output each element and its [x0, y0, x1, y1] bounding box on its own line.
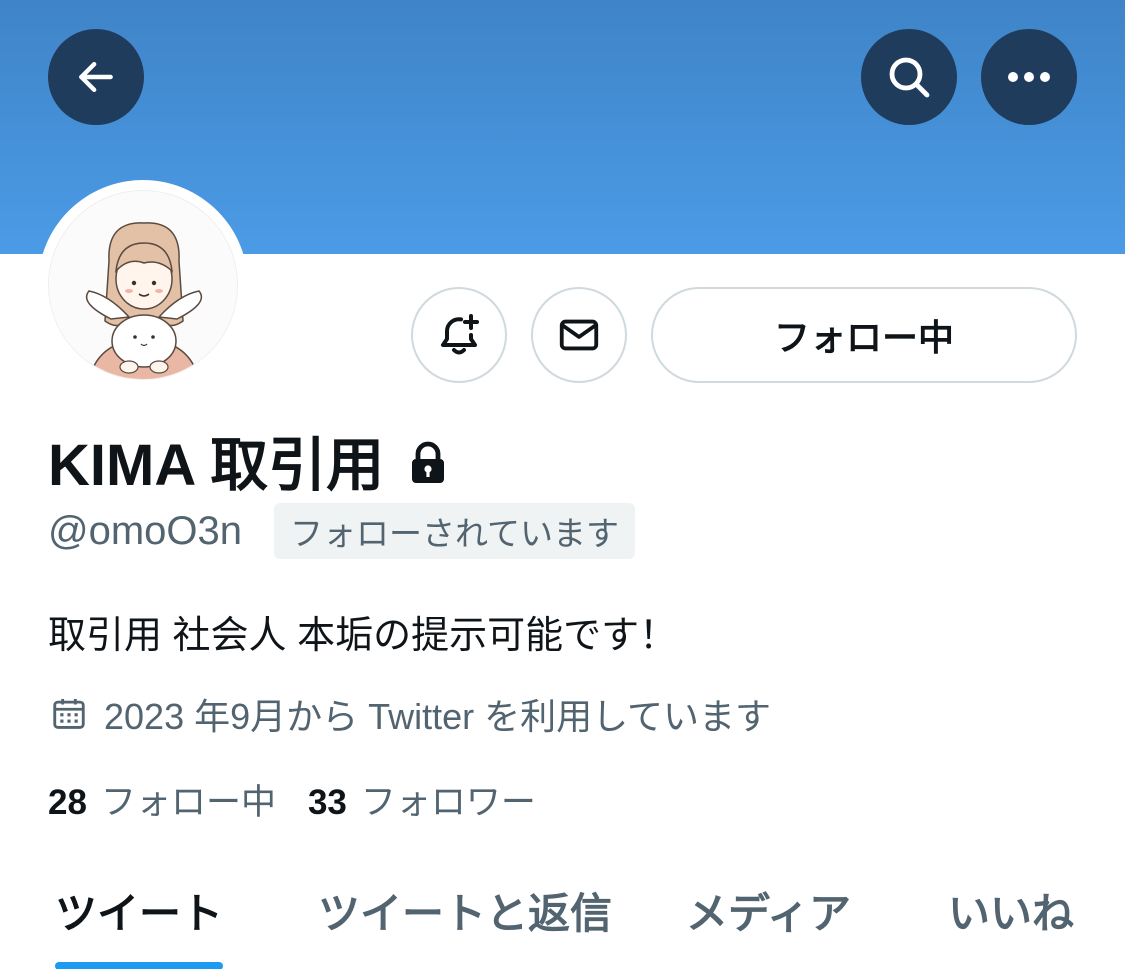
name-row: KIMA 取引用 [48, 418, 448, 502]
follows-you-badge: フォローされています [274, 503, 636, 559]
more-horizontal-icon [1008, 72, 1050, 82]
followers-link[interactable]: 33 フォロワー [308, 774, 536, 825]
search-button[interactable] [861, 29, 957, 125]
following-count: 28 [48, 783, 87, 822]
tab-tweets[interactable]: ツイート [55, 880, 223, 941]
followers-count: 33 [307, 783, 347, 822]
display-name: KIMA 取引用 [48, 433, 385, 498]
bell-plus-icon [441, 314, 479, 355]
handle-row: @omoO3n フォローされています [48, 503, 636, 559]
arrow-left-icon [79, 61, 113, 93]
user-handle: @omoO3n [48, 508, 243, 553]
profile-bio: 取引用 社会人 本垢の提示可能です！ [48, 615, 678, 657]
active-tab-indicator [55, 962, 223, 969]
following-button[interactable]: フォロー中 [651, 287, 1077, 383]
tab-media[interactable]: メディア [686, 880, 851, 941]
joined-date-row: 2023 年9月から Twitter を利用しています [50, 688, 771, 740]
tab-tweets-and-replies[interactable]: ツイートと返信 [318, 880, 612, 941]
notify-button[interactable] [411, 287, 507, 383]
lock-icon [412, 441, 445, 483]
calendar-icon [53, 698, 85, 729]
back-button[interactable] [48, 29, 144, 125]
more-button[interactable] [981, 29, 1077, 125]
tab-likes[interactable]: いいね [948, 880, 1074, 941]
search-icon [889, 57, 930, 98]
avatar[interactable] [48, 190, 238, 380]
joined-date-text: 2023 年9月から Twitter を利用しています [104, 696, 772, 737]
follow-stats: 28 フォロー中 33 フォロワー [48, 774, 536, 825]
direct-message-button[interactable] [531, 287, 627, 383]
followers-label: フォロワー [360, 783, 536, 822]
following-link[interactable]: 28 フォロー中 [48, 774, 276, 825]
envelope-icon [559, 319, 599, 351]
following-label: フォロー中 [100, 783, 276, 822]
avatar-illustration [49, 191, 237, 379]
avatar-frame [38, 180, 248, 390]
